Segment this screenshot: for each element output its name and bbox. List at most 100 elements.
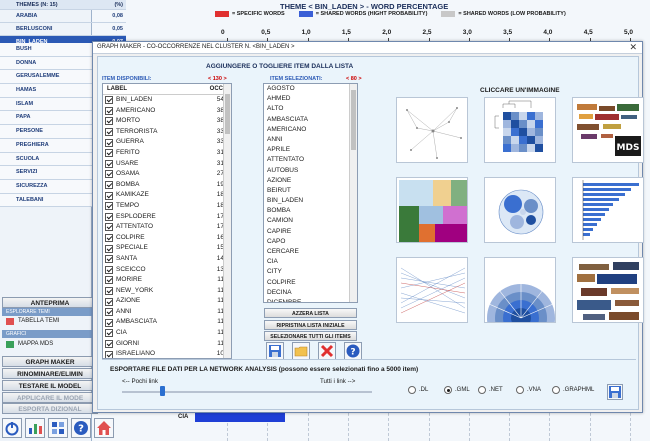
available-item-row[interactable]: BOMBA 19 xyxy=(103,180,231,191)
theme-word-item[interactable]: HAMAS xyxy=(0,84,92,98)
item-checkbox[interactable] xyxy=(105,276,113,285)
item-checkbox[interactable] xyxy=(105,265,113,274)
home-icon[interactable] xyxy=(94,418,114,438)
radio-button[interactable] xyxy=(444,386,452,394)
selected-item-row[interactable]: AUTOBUS xyxy=(264,166,357,176)
available-item-row[interactable]: AMBASCIATA 11 xyxy=(103,317,231,328)
thumbnail-bubble-chart[interactable] xyxy=(484,177,556,243)
item-checkbox[interactable] xyxy=(105,106,113,115)
selected-item-row[interactable]: CAMION xyxy=(264,216,357,226)
help-icon[interactable]: ? xyxy=(344,342,362,360)
selected-item-row[interactable]: AGOSTO xyxy=(264,84,357,94)
thumbnail-network-graph[interactable] xyxy=(396,97,468,163)
esporta-button[interactable]: ESPORTA DIZIONAL xyxy=(2,403,98,414)
power-icon[interactable] xyxy=(2,418,22,438)
selected-item-row[interactable]: AMERICANO xyxy=(264,125,357,135)
item-checkbox[interactable] xyxy=(105,223,113,232)
theme-word-item[interactable]: PREGHIERA xyxy=(0,138,92,153)
available-item-row[interactable]: SCEICCO 13 xyxy=(103,265,231,276)
thumbnail-heatmap[interactable] xyxy=(484,97,556,163)
item-checkbox[interactable] xyxy=(105,212,113,221)
item-checkbox[interactable] xyxy=(105,128,113,137)
save-list-icon[interactable] xyxy=(266,342,284,360)
format-radio-graphml[interactable]: .GRAPHML xyxy=(552,386,594,394)
item-checkbox[interactable] xyxy=(105,318,113,327)
item-checkbox[interactable] xyxy=(105,234,113,243)
selected-items-list[interactable]: AGOSTO AHMED ALTO AMBASCIATA AMERICANO ANNI AP… xyxy=(263,83,358,303)
thumbnail-word-cloud[interactable] xyxy=(572,257,644,323)
available-item-row[interactable]: ANNI 11 xyxy=(103,307,231,318)
azzera-lista-button[interactable]: AZZERA LISTA xyxy=(264,308,357,318)
selected-item-row[interactable]: AMBASCIATA xyxy=(264,115,357,125)
available-item-row[interactable]: ESPLODERE 17 xyxy=(103,212,231,223)
format-radio-gml[interactable]: .GML xyxy=(444,386,470,394)
selected-item-row[interactable]: COLPIRE xyxy=(264,278,357,288)
selected-item-row[interactable]: DICEMBRE xyxy=(264,298,357,302)
item-checkbox[interactable] xyxy=(105,308,113,317)
item-checkbox[interactable] xyxy=(105,117,113,126)
theme-word-item[interactable]: SERVIZI xyxy=(0,166,92,180)
selected-item-row[interactable]: AZIONE xyxy=(264,176,357,186)
available-item-row[interactable]: GIORNI 11 xyxy=(103,339,231,350)
item-checkbox[interactable] xyxy=(105,181,113,190)
item-checkbox[interactable] xyxy=(105,350,113,358)
selected-item-row[interactable]: ALTO xyxy=(264,104,357,114)
save-icon[interactable] xyxy=(607,384,623,400)
testare-button[interactable]: TESTARE IL MODEL xyxy=(2,380,98,391)
item-checkbox[interactable] xyxy=(105,339,113,348)
selected-item-row[interactable]: BOMBA xyxy=(264,206,357,216)
available-item-row[interactable]: TERRORISTA 33 xyxy=(103,127,231,138)
radio-button[interactable] xyxy=(552,386,560,394)
item-checkbox[interactable] xyxy=(105,329,113,338)
available-items-list[interactable]: LABEL OCC BIN_LADEN 54 AMERICANO 38 MORTO 38 T… xyxy=(102,83,232,359)
available-item-row[interactable]: ISRAELIANO 10 xyxy=(103,349,231,358)
rinominare-button[interactable]: RINOMINARE/ELIMIN xyxy=(2,368,98,379)
help-icon[interactable]: ? xyxy=(71,418,91,438)
ripristina-lista-button[interactable]: RIPRISTINA LISTA INIZIALE xyxy=(264,320,357,330)
available-item-row[interactable]: GUERRA 33 xyxy=(103,137,231,148)
selected-item-row[interactable]: DECINA xyxy=(264,288,357,298)
selected-item-row[interactable]: CITY xyxy=(264,267,357,277)
selected-item-row[interactable]: AHMED xyxy=(264,94,357,104)
selected-item-row[interactable]: CIA xyxy=(264,257,357,267)
close-icon[interactable]: ✕ xyxy=(629,42,637,53)
available-item-row[interactable]: CIA 11 xyxy=(103,328,231,339)
available-item-row[interactable]: MORIRE 11 xyxy=(103,275,231,286)
theme-word-item[interactable]: SCUOLA xyxy=(0,152,92,167)
selected-item-row[interactable]: CAPIRE xyxy=(264,227,357,237)
theme-word-item[interactable]: ISLAM xyxy=(0,97,92,112)
available-item-row[interactable]: TEMPO 18 xyxy=(103,201,231,212)
scrollbar-thumb[interactable] xyxy=(225,94,230,134)
theme-word-item[interactable]: TALEBANI xyxy=(0,193,92,208)
thumbnail-treemap[interactable] xyxy=(396,177,468,243)
available-item-row[interactable]: AMERICANO 38 xyxy=(103,106,231,117)
available-item-row[interactable]: NEW_YORK 11 xyxy=(103,286,231,297)
theme-word-item[interactable]: PAPA xyxy=(0,111,92,126)
available-item-row[interactable]: BIN_LADEN 54 xyxy=(103,95,231,106)
theme-word-item[interactable]: SICUREZZA xyxy=(0,179,92,194)
available-item-row[interactable]: FERITO 31 xyxy=(103,148,231,159)
available-item-row[interactable]: AZIONE 11 xyxy=(103,296,231,307)
theme-word-item[interactable]: DONNA xyxy=(0,56,92,71)
thumbnail-bar-chart[interactable] xyxy=(572,177,644,243)
format-radio-dl[interactable]: .DL xyxy=(408,386,428,394)
delete-icon[interactable] xyxy=(318,342,336,360)
tabella-temi-option[interactable]: TABELLA TEMI xyxy=(4,316,96,327)
available-item-row[interactable]: USARE 31 xyxy=(103,159,231,170)
selected-item-row[interactable]: BEIRUT xyxy=(264,186,357,196)
scrollbar-thumb[interactable] xyxy=(351,90,356,150)
item-checkbox[interactable] xyxy=(105,149,113,158)
item-checkbox[interactable] xyxy=(105,244,113,253)
item-checkbox[interactable] xyxy=(105,159,113,168)
theme-row-arabia[interactable]: ARABIA 0,08 xyxy=(0,10,126,23)
seleziona-tutti-button[interactable]: SELEZIONARE TUTTI GLI ITEMS xyxy=(264,331,357,341)
available-item-row[interactable]: OSAMA 27 xyxy=(103,169,231,180)
thumbnail-parallel-coordinates[interactable] xyxy=(396,257,468,323)
item-checkbox[interactable] xyxy=(105,255,113,264)
available-item-row[interactable]: MORTO 38 xyxy=(103,116,231,127)
item-checkbox[interactable] xyxy=(105,170,113,179)
available-item-row[interactable]: SPECIALE 15 xyxy=(103,243,231,254)
mappa-mds-option[interactable]: MAPPA MDS xyxy=(4,339,96,350)
thumbnail-sunburst[interactable] xyxy=(484,257,556,323)
available-scrollbar[interactable] xyxy=(223,84,231,358)
